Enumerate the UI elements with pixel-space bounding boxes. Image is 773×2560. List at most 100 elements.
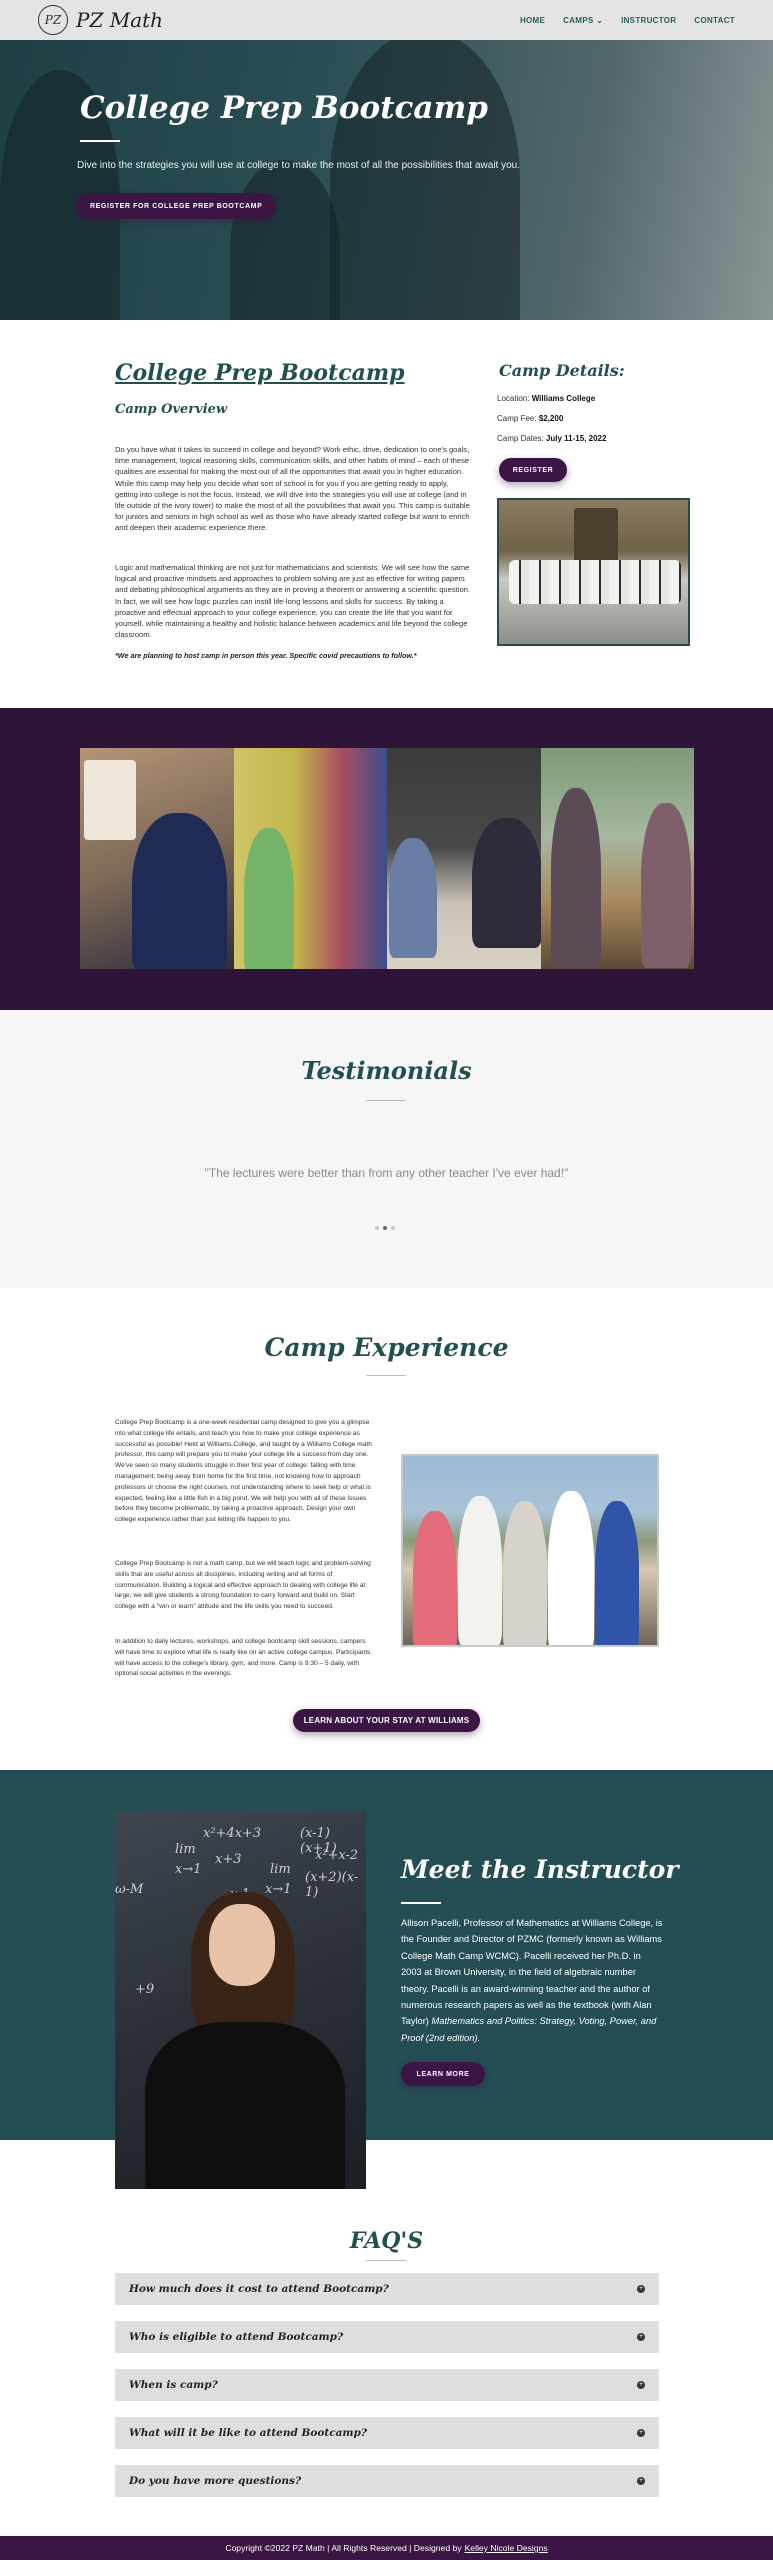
photo-poster bbox=[84, 760, 136, 840]
photo-door bbox=[574, 508, 618, 564]
chalk-writing: +9 bbox=[135, 1982, 155, 1997]
photo-person bbox=[458, 1496, 502, 1645]
faq-item[interactable]: Do you have more questions? + bbox=[115, 2465, 659, 2497]
photo-gallery bbox=[80, 748, 694, 969]
gallery-photo[interactable] bbox=[387, 748, 541, 969]
camp-fee: Camp Fee: $2,200 bbox=[497, 414, 563, 423]
faq-question: Do you have more questions? bbox=[129, 2475, 302, 2487]
photo-person bbox=[640, 803, 691, 968]
chevron-down-icon: ⌄ bbox=[596, 15, 604, 25]
camp-dates: Camp Dates: July 11-15, 2022 bbox=[497, 434, 606, 443]
chalk-writing: x→1 bbox=[265, 1882, 292, 1897]
photo-person bbox=[548, 1491, 594, 1645]
testimonials-section bbox=[0, 1010, 773, 1288]
camp-group-photo bbox=[497, 498, 690, 646]
plus-icon: + bbox=[637, 2429, 645, 2437]
gallery-photo[interactable] bbox=[540, 748, 694, 969]
instructor-bio: Allison Pacelli, Professor of Mathematic… bbox=[401, 1915, 663, 2046]
photo-person bbox=[550, 788, 601, 968]
chalk-writing: x²+4x+3 bbox=[203, 1826, 262, 1841]
camp-experience-divider bbox=[366, 1375, 406, 1376]
photo-person bbox=[243, 828, 294, 969]
plus-icon: + bbox=[637, 2477, 645, 2485]
dates-label: Camp Dates: bbox=[497, 434, 544, 443]
slider-dot[interactable] bbox=[375, 1226, 379, 1230]
chalk-writing: x+3 bbox=[215, 1852, 242, 1867]
chalk-writing: lim bbox=[270, 1862, 291, 1877]
top-navigation-bar: PZ PZ Math HOME CAMPS ⌄ INSTRUCTOR CONTA… bbox=[0, 0, 773, 40]
photo-person bbox=[132, 813, 227, 969]
faq-item[interactable]: When is camp? + bbox=[115, 2369, 659, 2401]
fee-label: Camp Fee: bbox=[497, 414, 537, 423]
dates-value: July 11-15, 2022 bbox=[545, 434, 607, 443]
main-menu: HOME CAMPS ⌄ INSTRUCTOR CONTACT bbox=[520, 16, 735, 25]
designer-link[interactable]: Kelley Nicole Designs bbox=[465, 2543, 548, 2553]
site-footer: Copyright ©2022 PZ Math | All Rights Res… bbox=[0, 2536, 773, 2560]
overview-paragraph: Logic and mathematical thinking are not … bbox=[115, 563, 471, 640]
slider-dots bbox=[375, 1226, 395, 1230]
instructor-divider bbox=[401, 1902, 441, 1904]
testimonials-title: Testimonials bbox=[301, 1056, 472, 1085]
photo-group bbox=[509, 560, 681, 604]
experience-paragraph: College Prep Bootcamp is a one-week resi… bbox=[115, 1419, 372, 1524]
chalk-writing: x²+x-2 bbox=[315, 1848, 359, 1863]
testimonial-quote: "The lectures were better than from any … bbox=[204, 1166, 569, 1180]
nav-camps-label: CAMPS bbox=[563, 15, 594, 25]
camp-experience-title: Camp Experience bbox=[264, 1333, 509, 1362]
faq-question: What will it be like to attend Bootcamp? bbox=[129, 2427, 368, 2439]
learn-about-stay-button[interactable]: LEARN ABOUT YOUR STAY AT WILLIAMS bbox=[293, 1709, 480, 1732]
nav-camps-link[interactable]: CAMPS ⌄ bbox=[563, 16, 603, 25]
nav-instructor-link[interactable]: INSTRUCTOR bbox=[621, 16, 676, 25]
testimonials-divider bbox=[366, 1100, 406, 1101]
bio-book-title: Mathematics and Politics: Strategy, Voti… bbox=[401, 2016, 657, 2043]
learn-more-button[interactable]: LEARN MORE bbox=[401, 2062, 485, 2086]
instructor-body bbox=[145, 2022, 345, 2189]
copyright-text: Copyright ©2022 PZ Math | All Rights Res… bbox=[225, 2543, 462, 2553]
chalk-writing: (x+2)(x-1) bbox=[305, 1870, 359, 1900]
camp-details-title: Camp Details: bbox=[499, 361, 625, 380]
fee-value: $2,200 bbox=[538, 414, 564, 423]
photo-person bbox=[472, 818, 541, 948]
logo-text: PZ Math bbox=[76, 8, 164, 32]
gallery-photo[interactable] bbox=[233, 748, 387, 969]
covid-note: *We are planning to host camp in person … bbox=[115, 651, 417, 660]
faq-item[interactable]: How much does it cost to attend Bootcamp… bbox=[115, 2273, 659, 2305]
chalk-writing: ω-M bbox=[115, 1882, 144, 1897]
hero-background-figure bbox=[330, 40, 520, 320]
instructor-face bbox=[209, 1904, 275, 1986]
slider-dot-active[interactable] bbox=[383, 1226, 387, 1230]
faq-title: FAQ'S bbox=[349, 2228, 424, 2254]
register-bootcamp-button[interactable]: REGISTER FOR COLLEGE PREP BOOTCAMP bbox=[76, 193, 277, 219]
location-label: Location: bbox=[497, 394, 530, 403]
section-title: College Prep Bootcamp bbox=[115, 360, 405, 386]
hero-banner bbox=[0, 40, 773, 320]
camp-overview-heading: Camp Overview bbox=[115, 402, 228, 417]
faq-question: Who is eligible to attend Bootcamp? bbox=[129, 2331, 344, 2343]
hero-background-figure bbox=[230, 160, 340, 320]
hero-divider bbox=[80, 140, 120, 142]
photo-person bbox=[389, 838, 437, 958]
site-logo[interactable]: PZ PZ Math bbox=[38, 5, 163, 35]
plus-icon: + bbox=[637, 2285, 645, 2293]
faq-item[interactable]: Who is eligible to attend Bootcamp? + bbox=[115, 2321, 659, 2353]
experience-paragraph: College Prep Bootcamp is not a math camp… bbox=[115, 1560, 371, 1611]
nav-contact-link[interactable]: CONTACT bbox=[694, 16, 735, 25]
chalk-writing: lim bbox=[175, 1842, 196, 1857]
faq-question: How much does it cost to attend Bootcamp… bbox=[129, 2283, 389, 2295]
experience-paragraph: In addition to daily lectures, workshops… bbox=[115, 1638, 371, 1678]
chalk-writing: x→1 bbox=[175, 1862, 202, 1877]
register-button[interactable]: REGISTER bbox=[499, 458, 567, 482]
overview-paragraph: Do you have what it takes to succeed in … bbox=[115, 445, 470, 533]
location-value: Williams College bbox=[531, 394, 596, 403]
slider-dot[interactable] bbox=[391, 1226, 395, 1230]
faq-item[interactable]: What will it be like to attend Bootcamp?… bbox=[115, 2417, 659, 2449]
faq-divider bbox=[366, 2260, 406, 2261]
plus-icon: + bbox=[637, 2333, 645, 2341]
camp-experience-photo bbox=[401, 1454, 659, 1647]
nav-home-link[interactable]: HOME bbox=[520, 16, 545, 25]
instructor-title: Meet the Instructor bbox=[401, 1855, 679, 1884]
photo-person bbox=[503, 1501, 547, 1645]
hero-title: College Prep Bootcamp bbox=[80, 90, 488, 126]
plus-icon: + bbox=[637, 2381, 645, 2389]
gallery-photo[interactable] bbox=[80, 748, 234, 969]
